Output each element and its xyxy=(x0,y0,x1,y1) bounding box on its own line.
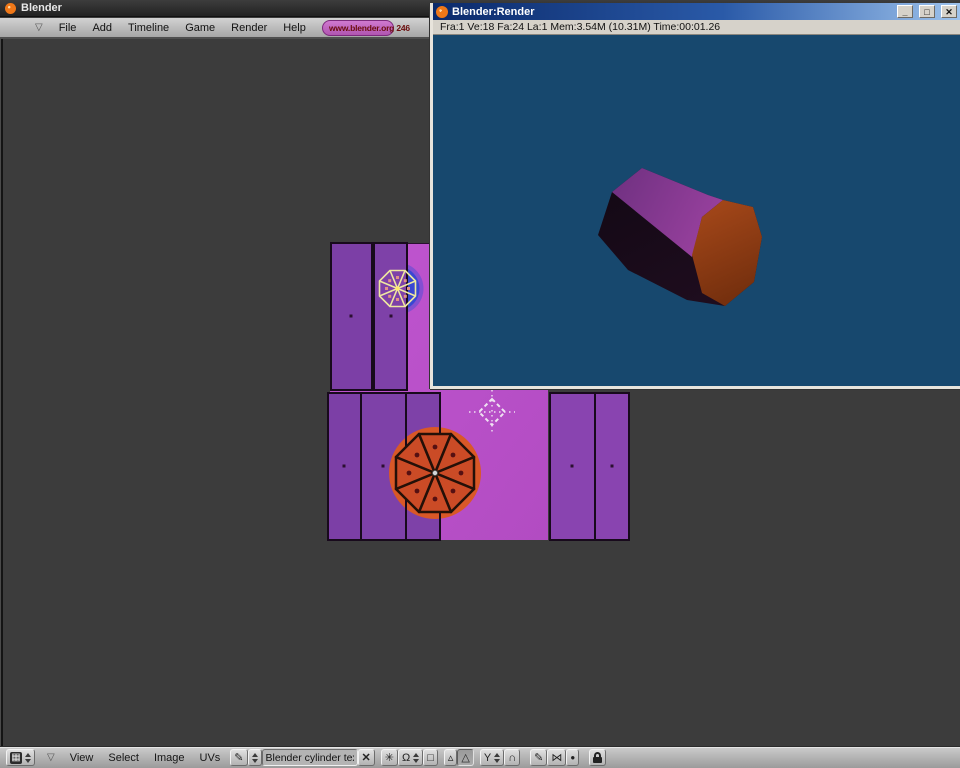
render-window-title: Blender:Render xyxy=(452,6,891,18)
sticky-arrows-icon xyxy=(494,753,500,763)
menu-uvs[interactable]: UVs xyxy=(200,752,221,764)
square-icon: □ xyxy=(427,752,434,764)
version-text: www.blender.org 246 xyxy=(329,23,410,33)
image-editor-icon: ▦ xyxy=(10,752,22,764)
render-stats: Fra:1 Ve:18 Fa:24 La:1 Mem:3.54M (10.31M… xyxy=(433,20,960,35)
menu-file[interactable]: File xyxy=(59,22,77,34)
editor-type-button[interactable]: ▦ xyxy=(6,749,35,766)
blender-logo-icon xyxy=(436,6,448,18)
gear-button[interactable]: ✳ xyxy=(381,749,398,766)
square-button[interactable]: □ xyxy=(423,749,438,766)
browse-arrows-icon xyxy=(252,753,258,763)
version-badge: www.blender.org 246 xyxy=(322,20,394,36)
header-collapse-icon[interactable]: ▽ xyxy=(47,752,55,763)
triangle-outline-button[interactable]: ▵ xyxy=(444,749,458,766)
blender-logo-icon xyxy=(5,3,16,14)
bowtie-icon: ⋈ xyxy=(551,751,562,764)
lock-button[interactable] xyxy=(589,749,606,766)
omega-icon: Ω xyxy=(402,752,410,764)
header-collapse-icon[interactable]: ▽ xyxy=(35,22,43,33)
triangle-outline-icon: ▵ xyxy=(448,751,454,764)
editor-left-edge xyxy=(0,39,3,747)
rendered-cylinder xyxy=(433,35,960,386)
menu-image[interactable]: Image xyxy=(154,752,185,764)
triangle-filled-button[interactable]: △ xyxy=(457,749,473,766)
app-title: Blender xyxy=(21,2,62,14)
menu-render[interactable]: Render xyxy=(231,22,267,34)
y-icon: Y xyxy=(484,752,491,764)
maximize-button[interactable]: □ xyxy=(919,5,935,18)
omega-button[interactable]: Ω xyxy=(398,749,423,766)
unlink-image-button[interactable]: ✕ xyxy=(358,749,375,766)
sticky-select-button[interactable]: Y xyxy=(480,749,504,766)
magnet-icon: ∩ xyxy=(508,752,516,764)
minimize-button[interactable]: _ xyxy=(897,5,913,18)
uv-editor-header: ▦ ▽ View Select Image UVs ✎ ✕ ✳ Ω □ ▵ △ … xyxy=(0,746,960,768)
uv-cap-top-center xyxy=(396,287,400,291)
editor-type-arrows-icon xyxy=(25,753,31,763)
pin-icon: ✎ xyxy=(234,751,243,764)
dot-icon: ● xyxy=(570,753,575,762)
menu-game[interactable]: Game xyxy=(185,22,215,34)
uv-cap-bottom-center xyxy=(432,470,437,475)
pencil-button[interactable]: ✎ xyxy=(530,749,547,766)
menu-help[interactable]: Help xyxy=(283,22,306,34)
image-name-field[interactable] xyxy=(262,749,358,766)
browse-image-button[interactable] xyxy=(248,749,262,766)
pin-button[interactable]: ✎ xyxy=(230,749,247,766)
snap-button[interactable]: ∩ xyxy=(504,749,520,766)
triangle-icon: △ xyxy=(461,751,469,764)
menu-add[interactable]: Add xyxy=(92,22,112,34)
render-window: Blender:Render _ □ ✕ Fra:1 Ve:18 Fa:24 L… xyxy=(430,3,960,389)
render-window-titlebar[interactable]: Blender:Render _ □ ✕ xyxy=(433,3,960,20)
dot-button[interactable]: ● xyxy=(566,749,579,766)
close-button[interactable]: ✕ xyxy=(941,5,957,18)
omega-arrows-icon xyxy=(413,753,419,763)
gear-icon: ✳ xyxy=(385,751,394,764)
menu-select[interactable]: Select xyxy=(108,752,139,764)
menu-timeline[interactable]: Timeline xyxy=(128,22,169,34)
menu-view[interactable]: View xyxy=(70,752,94,764)
lock-icon xyxy=(593,752,602,763)
mirror-button[interactable]: ⋈ xyxy=(547,749,566,766)
render-viewport xyxy=(433,35,960,386)
pencil-icon: ✎ xyxy=(534,751,543,764)
